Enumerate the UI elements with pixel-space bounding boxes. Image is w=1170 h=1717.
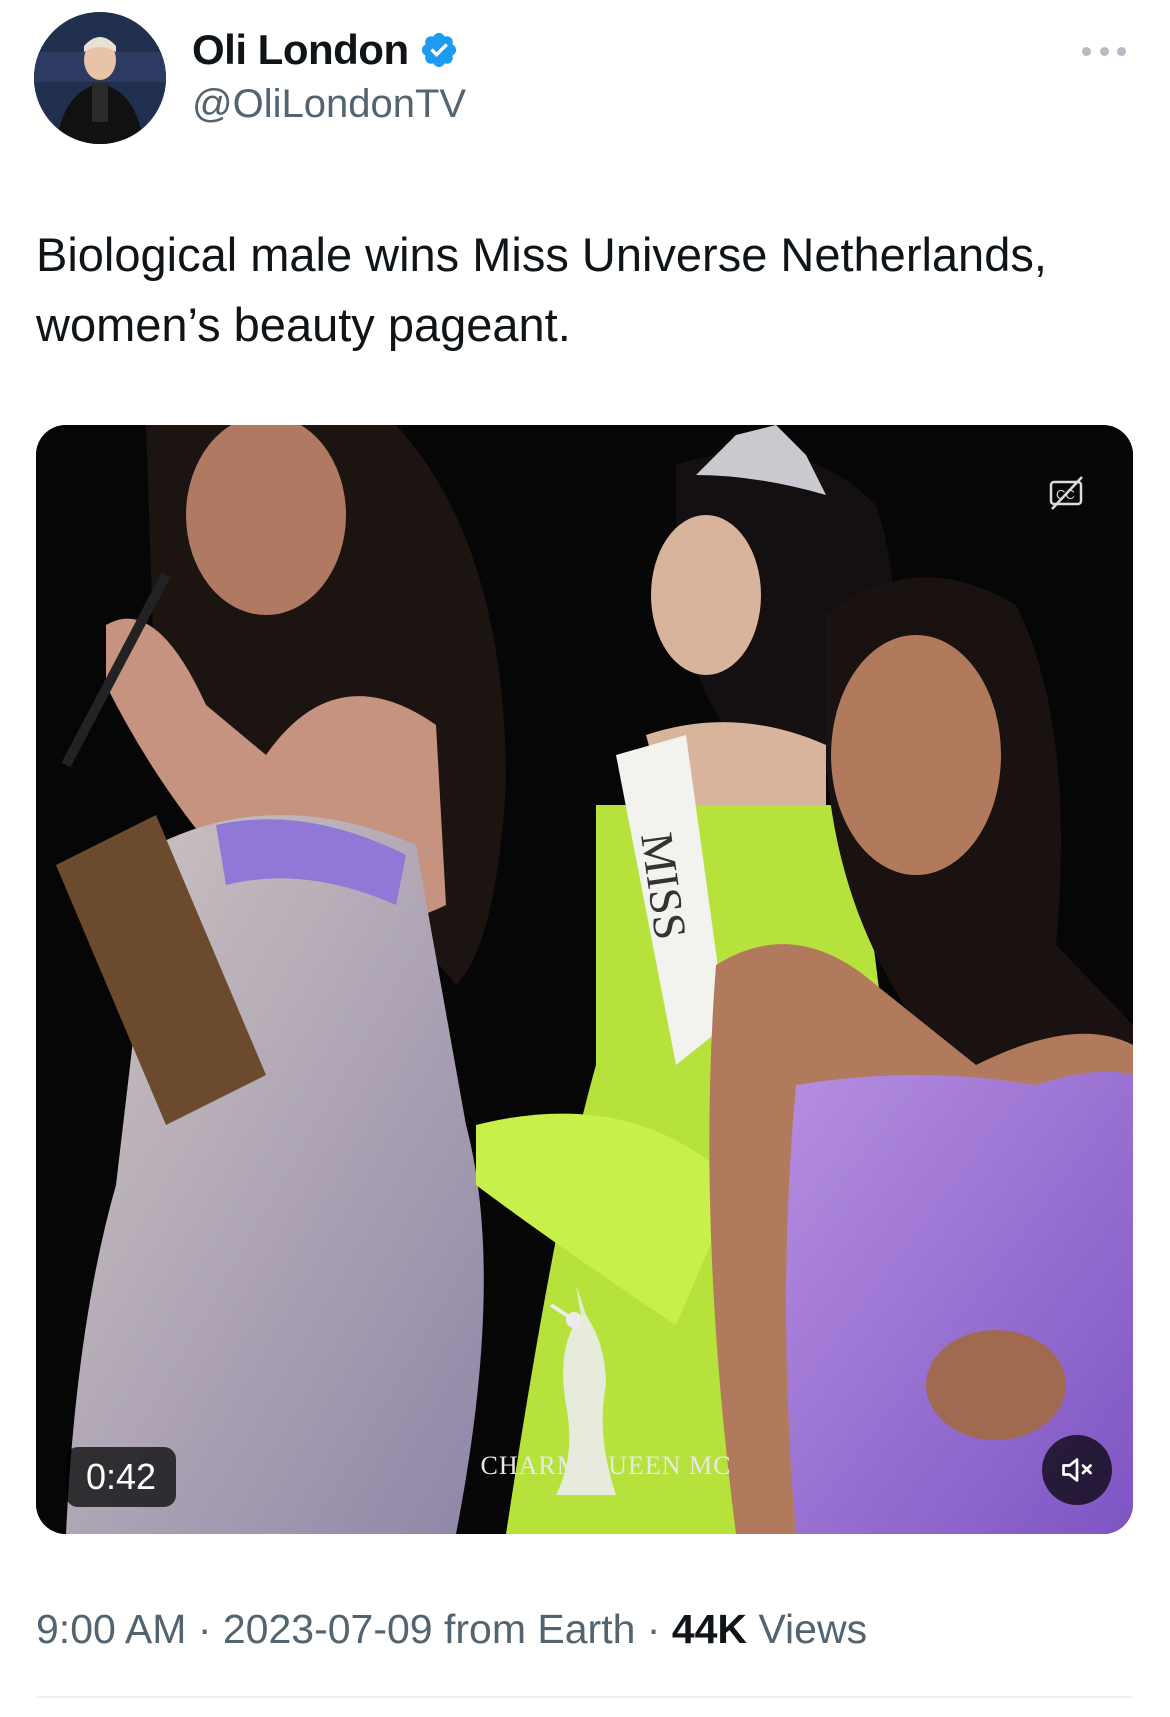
charm-queen-logo-icon xyxy=(549,1285,616,1495)
tweet-text: Biological male wins Miss Universe Nethe… xyxy=(36,228,1047,351)
author-handle[interactable]: @OliLondonTV xyxy=(192,82,466,127)
author-name-row: Oli London xyxy=(192,26,459,74)
watermark-text: CHARM QUEEN MC xyxy=(480,1451,732,1480)
tweet-meta: 9:00 AM · 2023-07-09 from Earth · 44K Vi… xyxy=(36,1606,867,1653)
avatar[interactable] xyxy=(34,12,166,144)
more-dot xyxy=(1099,46,1109,56)
tweet-source: from Earth xyxy=(432,1606,636,1652)
views-label: Views xyxy=(747,1606,868,1652)
author-display-name[interactable]: Oli London xyxy=(192,26,409,74)
captions-off-icon[interactable]: CC xyxy=(1046,473,1086,513)
video-player[interactable]: MISS CC CHARM QUEEN MC 0:42 xyxy=(36,425,1133,1534)
video-duration: 0:42 xyxy=(66,1447,177,1507)
tweet-time[interactable]: 9:00 AM xyxy=(36,1606,186,1652)
views-count[interactable]: 44K xyxy=(672,1606,747,1652)
meta-separator: · xyxy=(635,1606,672,1652)
avatar-image xyxy=(34,12,166,144)
more-dot xyxy=(1082,46,1091,56)
speaker-muted-icon xyxy=(1062,1458,1092,1482)
mute-button[interactable] xyxy=(1042,1435,1112,1505)
more-dot xyxy=(1117,46,1126,56)
divider xyxy=(36,1696,1133,1698)
tweet-date[interactable]: 2023-07-09 xyxy=(223,1606,433,1652)
verified-badge-icon xyxy=(421,32,456,68)
more-options-icon[interactable] xyxy=(1082,36,1126,66)
meta-separator: · xyxy=(186,1606,223,1652)
